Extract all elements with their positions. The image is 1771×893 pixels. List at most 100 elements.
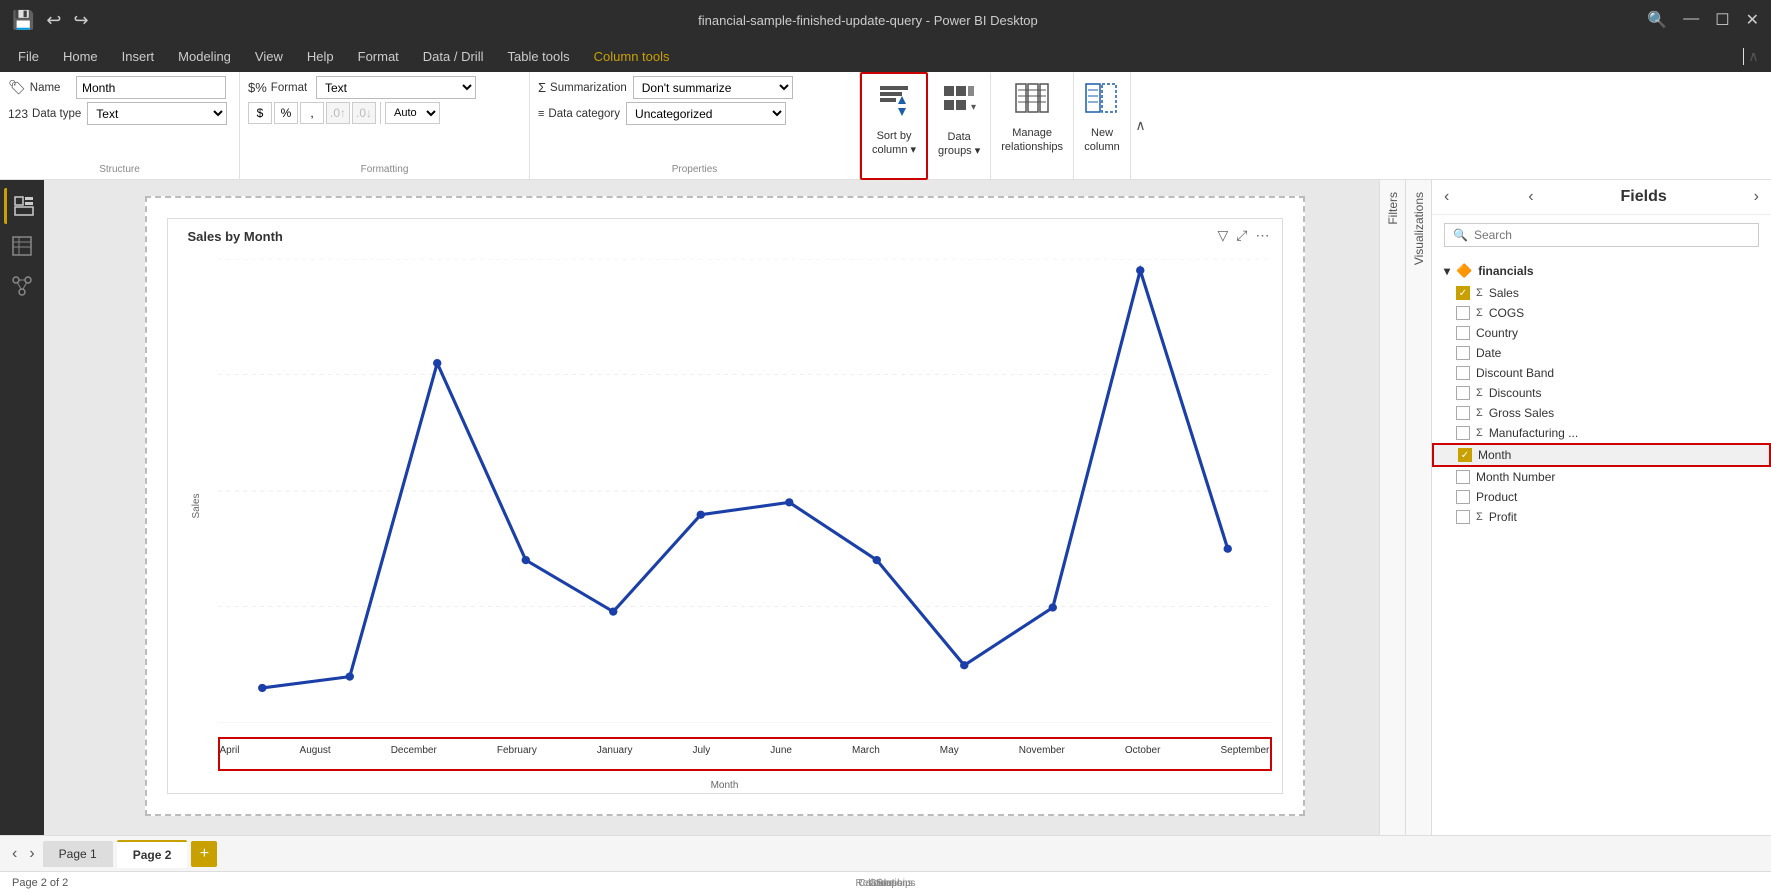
menu-home[interactable]: Home	[53, 45, 108, 68]
menu-table-tools[interactable]: Table tools	[497, 45, 579, 68]
menu-modeling[interactable]: Modeling	[168, 45, 241, 68]
datatype-select[interactable]: Text Whole Number Decimal Number	[87, 102, 227, 125]
field-checkbox-month-number[interactable]	[1456, 470, 1470, 484]
x-label-april: April	[220, 745, 240, 756]
close-button[interactable]: ✕	[1746, 10, 1759, 30]
field-label-cogs: COGS	[1489, 306, 1524, 320]
menu-help[interactable]: Help	[297, 45, 344, 68]
datacategory-select[interactable]: Uncategorized Country City	[626, 102, 786, 125]
manage-relationships-button[interactable]: Managerelationships Relationships	[991, 72, 1074, 180]
field-checkbox-sales[interactable]: ✓	[1456, 286, 1470, 300]
field-discounts[interactable]: Σ Discounts	[1432, 383, 1771, 403]
currency-button[interactable]: $	[248, 102, 272, 124]
comma-button[interactable]: ,	[300, 102, 324, 124]
field-discount-band[interactable]: Discount Band	[1432, 363, 1771, 383]
field-checkbox-discount-band[interactable]	[1456, 366, 1470, 380]
field-checkbox-product[interactable]	[1456, 490, 1470, 504]
expand-chart-icon[interactable]: ⤢	[1236, 227, 1247, 244]
field-label-manufacturing: Manufacturing ...	[1489, 426, 1578, 440]
name-input[interactable]	[76, 76, 226, 99]
menu-data-drill[interactable]: Data / Drill	[413, 45, 494, 68]
page-tab-2[interactable]: Page 2	[117, 840, 188, 868]
field-group-financials[interactable]: ▾ 🔶 financials	[1432, 259, 1771, 283]
field-checkbox-country[interactable]	[1456, 326, 1470, 340]
field-checkbox-cogs[interactable]	[1456, 306, 1470, 320]
search-icon: 🔍	[1453, 228, 1468, 242]
dec-decrease-button[interactable]: .0↓	[352, 102, 376, 124]
search-input[interactable]	[1474, 228, 1750, 242]
field-profit[interactable]: Σ Profit	[1432, 507, 1771, 527]
undo-icon[interactable]: ↩	[46, 10, 61, 31]
field-checkbox-profit[interactable]	[1456, 510, 1470, 524]
panel-nav-forward[interactable]: ›	[1754, 188, 1759, 206]
menu-insert[interactable]: Insert	[112, 45, 165, 68]
field-checkbox-gross-sales[interactable]	[1456, 406, 1470, 420]
model-view-icon[interactable]	[4, 268, 40, 304]
field-checkbox-discounts[interactable]	[1456, 386, 1470, 400]
ribbon-collapse-button[interactable]: ∧	[1743, 48, 1763, 65]
field-cogs[interactable]: Σ COGS	[1432, 303, 1771, 323]
field-month[interactable]: ✓ Month	[1432, 443, 1771, 467]
field-date[interactable]: Date	[1432, 343, 1771, 363]
field-month-number[interactable]: Month Number	[1432, 467, 1771, 487]
x-label-june: June	[770, 745, 792, 756]
field-label-discount-band: Discount Band	[1476, 366, 1554, 380]
filter-chart-icon[interactable]: ▽	[1218, 227, 1229, 244]
line-chart: 20M 15M 10M 5M	[218, 259, 1272, 723]
title-search-icon[interactable]: 🔍	[1647, 10, 1667, 30]
sigma-icon-manufacturing: Σ	[1476, 427, 1483, 439]
minimize-button[interactable]: —	[1683, 10, 1699, 30]
field-product[interactable]: Product	[1432, 487, 1771, 507]
formatting-group-label: Formatting	[240, 164, 529, 175]
save-icon[interactable]: 💾	[12, 10, 34, 31]
x-label-may: May	[940, 745, 959, 756]
field-manufacturing[interactable]: Σ Manufacturing ...	[1432, 423, 1771, 443]
field-checkbox-month[interactable]: ✓	[1458, 448, 1472, 462]
name-row: 🏷 Name	[8, 76, 231, 99]
page-nav-right[interactable]: ›	[25, 843, 38, 865]
data-view-icon[interactable]	[4, 228, 40, 264]
x-axis-labels-highlight: April August December February January J…	[218, 737, 1272, 771]
maximize-button[interactable]: ☐	[1715, 10, 1729, 30]
sigma-icon-profit: Σ	[1476, 511, 1483, 523]
window-title: financial-sample-finished-update-query -…	[89, 13, 1648, 28]
panel-nav-back2[interactable]: ‹	[1528, 188, 1533, 206]
percent-button[interactable]: %	[274, 102, 298, 124]
calculations-group-label: Calculations	[0, 878, 1771, 889]
formatting-group: $% Format Text General Number $ % , .0↑ …	[240, 72, 530, 179]
menu-column-tools[interactable]: Column tools	[584, 45, 680, 68]
page-nav-left[interactable]: ‹	[8, 843, 21, 865]
panel-nav-back[interactable]: ‹	[1444, 188, 1449, 206]
page-tab-1[interactable]: Page 1	[43, 841, 113, 867]
ribbon-collapse-right[interactable]: ∧	[1130, 72, 1150, 179]
sort-by-column-label: Sort bycolumn ▾	[872, 129, 916, 158]
add-page-button[interactable]: +	[191, 841, 217, 867]
search-box[interactable]: 🔍	[1444, 223, 1759, 247]
visualizations-tab[interactable]: Visualizations	[1405, 180, 1431, 835]
field-country[interactable]: Country	[1432, 323, 1771, 343]
menu-view[interactable]: View	[245, 45, 293, 68]
new-column-button[interactable]: Newcolumn Calculations	[1074, 72, 1130, 180]
field-checkbox-manufacturing[interactable]	[1456, 426, 1470, 440]
format-select[interactable]: Text General Number	[316, 76, 476, 99]
data-groups-button[interactable]: ▾ Datagroups ▾ Groups	[928, 72, 991, 180]
data-groups-label: Datagroups ▾	[938, 130, 980, 159]
sigma-icon-discounts: Σ	[1476, 387, 1483, 399]
report-view-icon[interactable]	[4, 188, 40, 224]
redo-icon[interactable]: ↪	[74, 10, 89, 31]
menu-format[interactable]: Format	[348, 45, 409, 68]
field-checkbox-date[interactable]	[1456, 346, 1470, 360]
format-row: $% Format Text General Number	[248, 76, 521, 99]
summarization-select[interactable]: Don't summarize Sum Average Count	[633, 76, 793, 99]
field-gross-sales[interactable]: Σ Gross Sales	[1432, 403, 1771, 423]
report-canvas[interactable]: ▽ ⤢ ⋯ Sales by Month Sales 20M	[145, 196, 1305, 816]
menu-file[interactable]: File	[8, 45, 49, 68]
filters-tab[interactable]: Filters	[1379, 180, 1405, 835]
properties-group-label: Properties	[530, 164, 859, 175]
auto-combo[interactable]: Auto	[385, 102, 440, 124]
more-options-icon[interactable]: ⋯	[1256, 227, 1270, 244]
format-label: $% Format	[248, 80, 310, 95]
dec-increase-button[interactable]: .0↑	[326, 102, 350, 124]
sort-by-column-button[interactable]: Sort bycolumn ▾ Sort	[860, 72, 928, 180]
field-sales[interactable]: ✓ Σ Sales	[1432, 283, 1771, 303]
